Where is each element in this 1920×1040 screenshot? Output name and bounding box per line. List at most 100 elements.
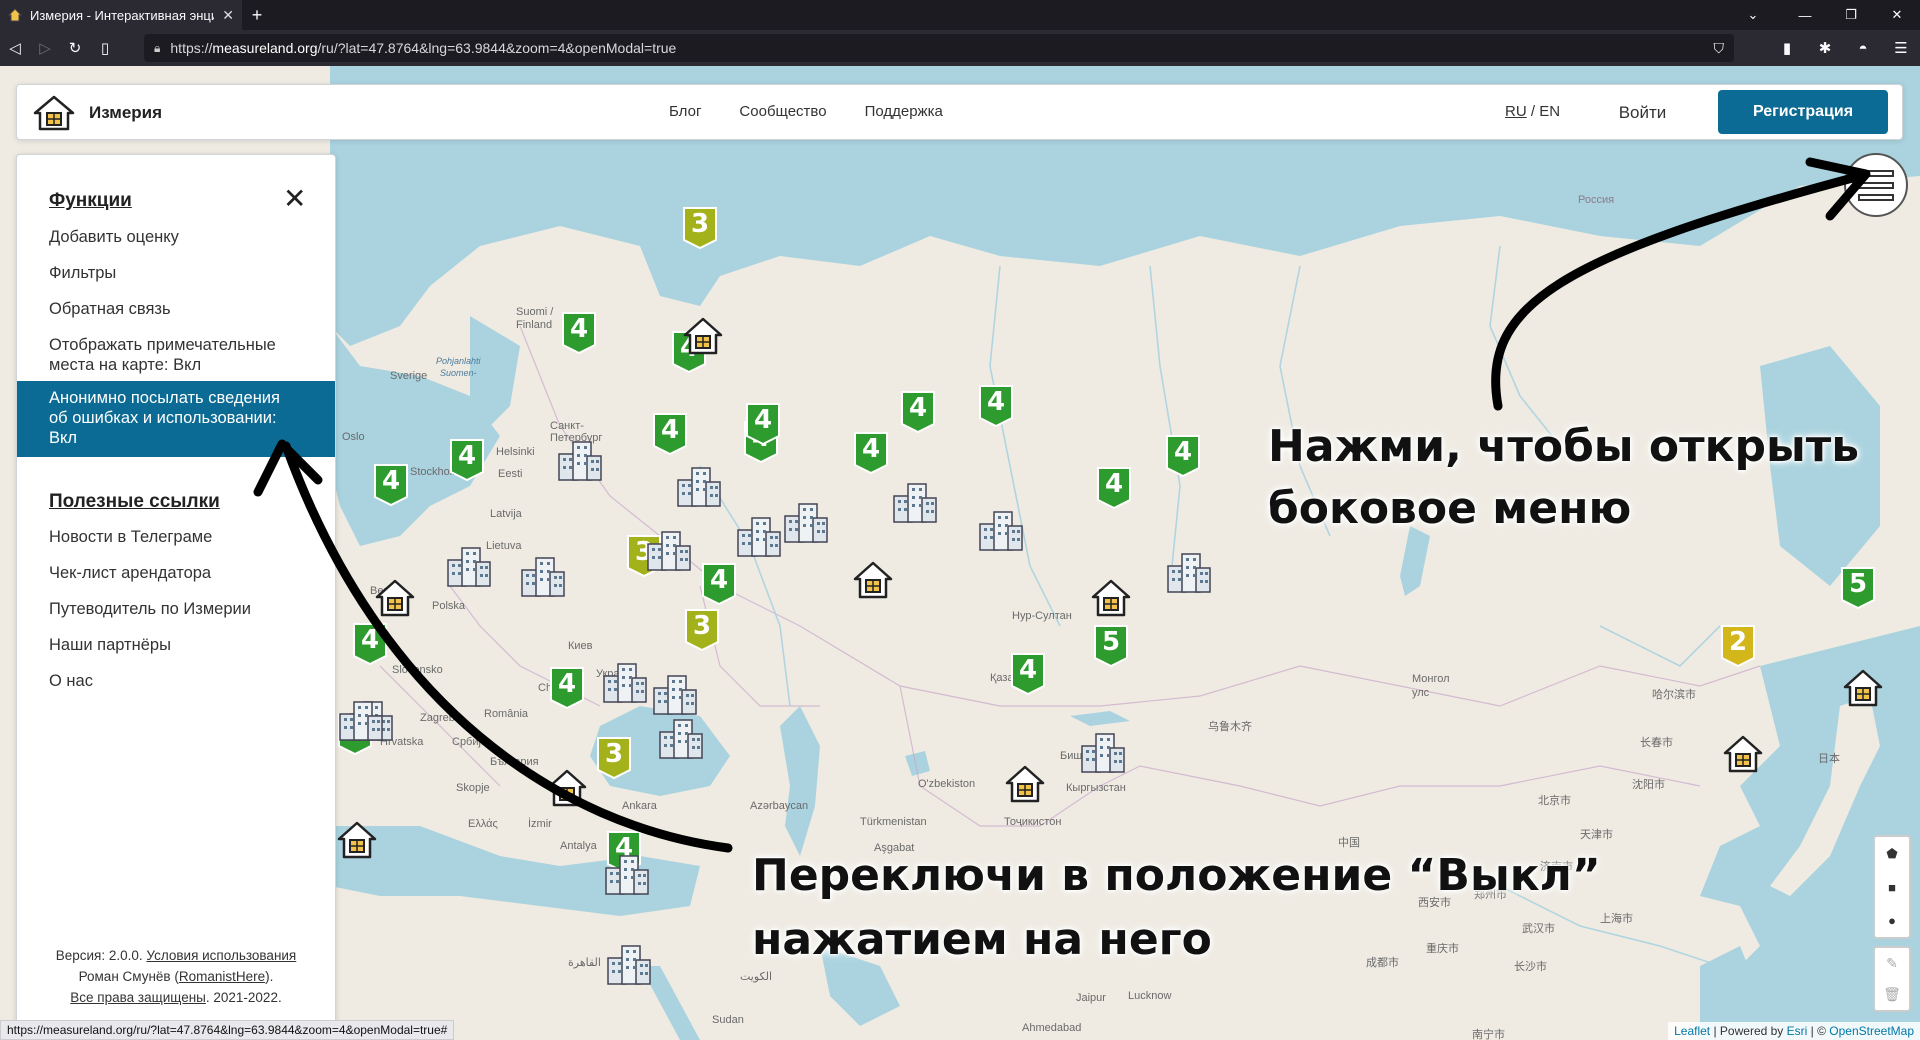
lang-en[interactable]: EN — [1539, 103, 1560, 120]
rating-marker[interactable]: 4 — [1010, 652, 1046, 696]
rating-marker[interactable]: 4 — [449, 438, 485, 482]
rating-marker[interactable]: 4 — [1096, 466, 1132, 510]
rating-marker[interactable]: 4 — [561, 311, 597, 355]
sidebar-link-partners[interactable]: Наши партнёры — [49, 635, 171, 655]
rating-marker[interactable]: 4 — [701, 562, 737, 606]
apartment-building-icon[interactable] — [734, 514, 782, 558]
rating-marker[interactable]: 3 — [684, 608, 720, 652]
back-icon[interactable]: ◁ — [0, 33, 30, 63]
apartment-building-icon[interactable] — [976, 508, 1024, 552]
sidebar-item-filters[interactable]: Фильтры — [49, 263, 116, 283]
reload-icon[interactable]: ↻ — [60, 33, 90, 63]
circle-icon[interactable]: ● — [1888, 913, 1896, 928]
apartment-building-icon[interactable] — [604, 942, 652, 986]
sidebar-item-show-places-toggle[interactable]: Отображать примечательные места на карте… — [49, 335, 319, 375]
close-window-icon[interactable]: ✕ — [1874, 0, 1920, 30]
rating-marker[interactable]: 3 — [682, 206, 718, 250]
apartment-building-icon[interactable] — [602, 852, 650, 896]
apartment-building-icon[interactable] — [674, 464, 722, 508]
new-tab-button[interactable]: + — [242, 0, 272, 30]
house-icon[interactable] — [852, 560, 894, 600]
apartment-building-icon[interactable] — [1164, 550, 1212, 594]
rating-marker[interactable]: 2 — [1720, 624, 1756, 668]
lock-icon[interactable]: 🔒︎ — [154, 41, 160, 56]
menu-icon[interactable]: ☰ — [1882, 30, 1920, 66]
lang-ru[interactable]: RU — [1505, 103, 1527, 120]
rating-marker[interactable]: 5 — [1840, 566, 1876, 610]
close-icon[interactable]: ✕ — [283, 185, 306, 213]
apartment-building-icon[interactable] — [336, 698, 384, 742]
sidebar-link-about[interactable]: О нас — [49, 671, 93, 691]
register-button[interactable]: Регистрация — [1718, 90, 1888, 134]
house-icon[interactable] — [374, 578, 416, 618]
tab-list-icon[interactable]: ⌄ — [1724, 0, 1782, 30]
rating-marker[interactable]: 4 — [352, 622, 388, 666]
apartment-building-icon[interactable] — [444, 544, 492, 588]
rating-marker[interactable]: 3 — [596, 736, 632, 780]
rating-marker[interactable]: 5 — [1093, 624, 1129, 668]
esri-link[interactable]: Esri — [1787, 1024, 1808, 1038]
house-icon[interactable] — [1090, 578, 1132, 618]
apartment-building-icon[interactable] — [644, 528, 692, 572]
terms-link[interactable]: Условия использования — [146, 948, 296, 963]
polygon-icon[interactable]: ⬟ — [1886, 846, 1897, 862]
glasses-icon[interactable]: ◓ — [1844, 30, 1882, 66]
login-button[interactable]: Войти — [1585, 91, 1700, 135]
rating-value: 4 — [753, 405, 773, 435]
nav-support[interactable]: Поддержка — [865, 103, 943, 120]
rating-marker[interactable]: 4 — [1165, 434, 1201, 478]
house-icon[interactable] — [546, 768, 588, 808]
house-icon[interactable] — [1842, 668, 1884, 708]
puzzle-icon[interactable]: ✱ — [1806, 30, 1844, 66]
rating-marker[interactable]: 4 — [853, 431, 889, 475]
map-label: Helsinki — [496, 446, 535, 458]
rating-marker[interactable]: 4 — [745, 402, 781, 446]
apartment-building-icon[interactable] — [555, 438, 603, 482]
house-icon[interactable] — [1722, 734, 1764, 774]
author-link[interactable]: RomanistHere — [179, 969, 265, 984]
attribution-sep: | © — [1807, 1024, 1830, 1038]
extension-icon[interactable]: ▮ — [1768, 30, 1806, 66]
nav-blog[interactable]: Блог — [669, 103, 701, 120]
brave-shield-icon[interactable]: ⛉ — [1714, 40, 1725, 57]
minimize-icon[interactable]: — — [1782, 0, 1828, 30]
tab-close-icon[interactable]: ✕ — [222, 7, 234, 24]
rating-marker[interactable]: 4 — [900, 390, 936, 434]
nav-community[interactable]: Сообщество — [739, 103, 826, 120]
edit-icon[interactable]: ✎ — [1886, 955, 1898, 972]
rating-marker[interactable]: 4 — [549, 666, 585, 710]
apartment-building-icon[interactable] — [656, 716, 704, 760]
forward-icon[interactable]: ▷ — [30, 33, 60, 63]
rectangle-icon[interactable]: ■ — [1888, 880, 1896, 895]
browser-tab[interactable]: Измерия - Интерактивная энцик ✕ — [0, 0, 242, 30]
sidebar-item-add-rating[interactable]: Добавить оценку — [49, 227, 179, 247]
leaflet-link[interactable]: Leaflet — [1674, 1024, 1710, 1038]
apartment-building-icon[interactable] — [650, 672, 698, 716]
apartment-building-icon[interactable] — [518, 554, 566, 598]
footer-line-3: Все права защищены. 2021-2022. — [17, 987, 335, 1008]
address-bar[interactable]: 🔒︎ https://measureland.org/ru/?lat=47.87… — [144, 34, 1734, 62]
bookmark-icon[interactable]: ▯ — [90, 33, 120, 63]
sidebar-link-guide[interactable]: Путеводитель по Измерии — [49, 599, 251, 619]
apartment-building-icon[interactable] — [781, 500, 829, 544]
brand[interactable]: Измерия — [33, 95, 162, 131]
sidebar-item-anon-reports-toggle[interactable]: Анонимно посылать сведения об ошибках и … — [17, 381, 335, 457]
rating-marker[interactable]: 4 — [978, 384, 1014, 428]
burger-hint-line: боковое меню — [1268, 483, 1632, 534]
restore-icon[interactable]: ❐ — [1828, 0, 1874, 30]
sidebar-link-checklist[interactable]: Чек-лист арендатора — [49, 563, 211, 583]
rights-link[interactable]: Все права защищены — [70, 990, 206, 1005]
apartment-building-icon[interactable] — [600, 660, 648, 704]
sidebar-link-telegram[interactable]: Новости в Телеграме — [49, 527, 212, 547]
apartment-building-icon[interactable] — [890, 480, 938, 524]
sidebar-item-feedback[interactable]: Обратная связь — [49, 299, 171, 319]
house-icon[interactable] — [1004, 764, 1046, 804]
osm-link[interactable]: OpenStreetMap — [1829, 1024, 1914, 1038]
house-icon[interactable] — [336, 820, 378, 860]
rating-marker[interactable]: 4 — [652, 412, 688, 456]
delete-icon[interactable]: 🗑︎ — [1883, 986, 1901, 1003]
house-icon[interactable] — [682, 316, 724, 356]
apartment-building-icon[interactable] — [1078, 730, 1126, 774]
sidebar-menu-button[interactable] — [1844, 153, 1908, 217]
rating-marker[interactable]: 4 — [373, 463, 409, 507]
